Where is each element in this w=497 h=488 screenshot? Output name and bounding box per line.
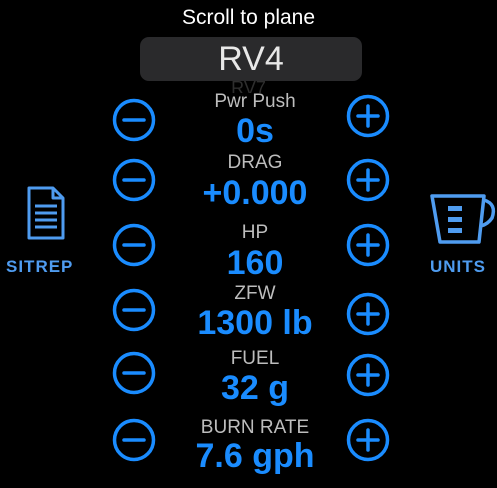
- plus-circle-icon: [346, 353, 390, 397]
- increment-button[interactable]: [346, 158, 390, 202]
- increment-button[interactable]: [346, 292, 390, 336]
- page-title: Scroll to plane: [181, 6, 316, 29]
- increment-button[interactable]: [346, 418, 390, 462]
- picker-selected-value[interactable]: RV4: [140, 39, 362, 79]
- param-row-drag: DRAG +0.000: [110, 153, 400, 228]
- plus-circle-icon: [346, 158, 390, 202]
- plane-picker[interactable]: RV4: [140, 37, 362, 81]
- plus-circle-icon: [346, 418, 390, 462]
- sitrep-label[interactable]: SITREP: [6, 257, 73, 277]
- document-icon: [27, 186, 65, 240]
- plus-circle-icon: [346, 94, 390, 138]
- param-row-burn-rate: BURN RATE 7.6 gph: [110, 418, 400, 488]
- increment-button[interactable]: [346, 94, 390, 138]
- increment-button[interactable]: [346, 223, 390, 267]
- units-label[interactable]: UNITS: [430, 257, 486, 277]
- units-button[interactable]: [428, 190, 497, 251]
- plus-circle-icon: [346, 223, 390, 267]
- sitrep-button[interactable]: [26, 185, 66, 246]
- increment-button[interactable]: [346, 353, 390, 397]
- param-row-fuel: FUEL 32 g: [110, 349, 400, 423]
- plus-circle-icon: [346, 292, 390, 336]
- measuring-cup-icon: [430, 194, 496, 244]
